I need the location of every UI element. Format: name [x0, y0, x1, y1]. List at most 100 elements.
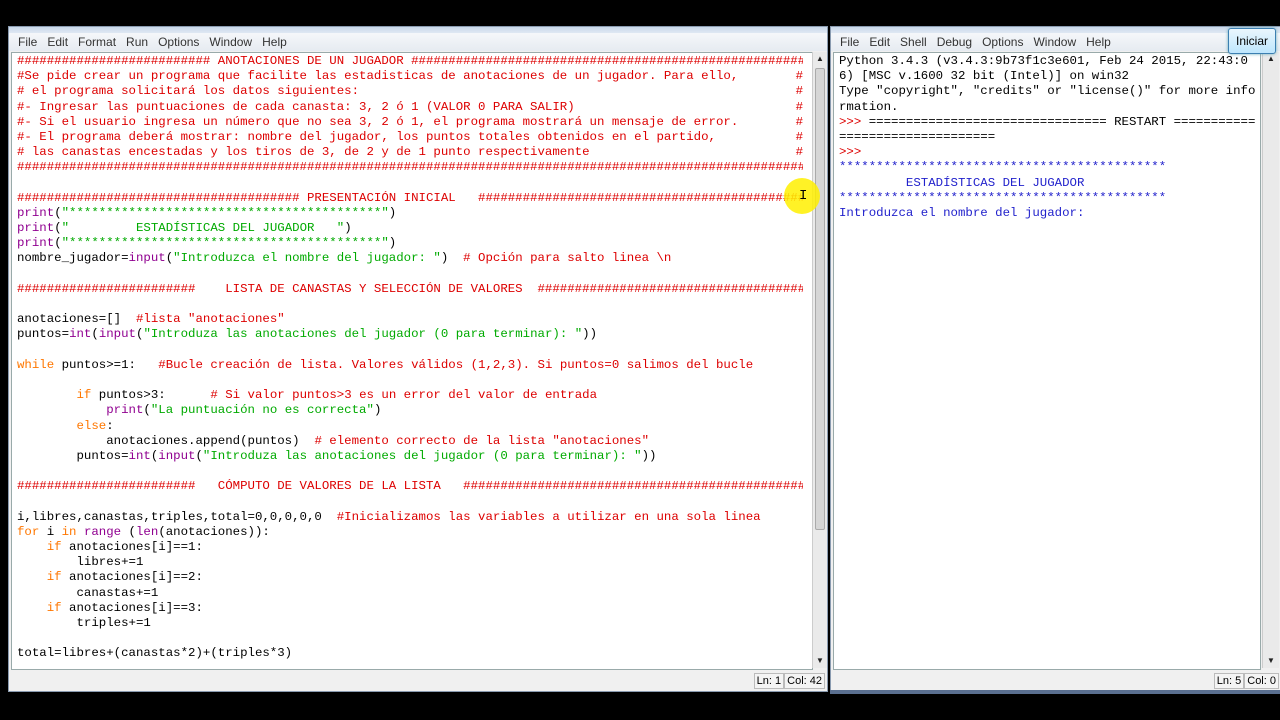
string: "Introduza las anotaciones del jugador (… [143, 327, 583, 342]
comment: # [795, 129, 803, 144]
shell-col-number: Col: 0 [1244, 673, 1279, 689]
code-line: nombre_jugador=input("Introduzca el nomb… [17, 251, 803, 266]
comment: # las canastas encestadas y los tiros de… [17, 145, 590, 160]
code-line: total=libres+(canastas*2)+(triples*3) [17, 646, 803, 661]
shell-status-bar: Ln: 5 Col: 0 [1213, 673, 1279, 689]
comment: ###################################### P… [17, 190, 803, 205]
menu-window[interactable]: Window [1028, 35, 1081, 49]
comment: ########################################… [17, 160, 803, 175]
code-lines[interactable]: ########################## ANOTACIONES D… [17, 54, 803, 662]
code-line: >>> ================================ RES… [839, 115, 1257, 145]
code-line: ****************************************… [839, 191, 1257, 206]
menu-file[interactable]: File [13, 35, 42, 49]
keyword: for [17, 524, 40, 539]
code-text: i [39, 524, 62, 539]
code-line: >>> [839, 145, 1257, 160]
code-text: )) [582, 327, 598, 342]
code-text: nombre_jugador= [17, 251, 129, 266]
code-text: anotaciones.append(puntos) [17, 433, 315, 448]
shell-lines[interactable]: Python 3.4.3 (v3.4.3:9b73f1c3e601, Feb 2… [839, 54, 1257, 221]
shell-output[interactable]: Python 3.4.3 (v3.4.3:9b73f1c3e601, Feb 2… [833, 52, 1261, 670]
comment: # elemento correcto de la lista "anotaci… [314, 433, 650, 448]
comment: #- El programa deberá mostrar: nombre de… [17, 129, 716, 144]
code-line: #- Ingresar las puntuaciones de cada can… [17, 100, 803, 115]
builtin: print [17, 205, 55, 220]
code-line: if anotaciones[i]==2: [17, 570, 803, 585]
string: "***************************************… [61, 205, 389, 220]
comment: #Se pide crear un programa que facilite … [17, 69, 739, 84]
menu-options[interactable]: Options [977, 35, 1028, 49]
shell-scrollbar[interactable]: ▲ ▼ [1262, 52, 1279, 668]
comment: ######################## CÓMPUTO DE VALO… [17, 479, 803, 494]
comment: # [795, 84, 803, 99]
code-line: print(" ESTADÍSTICAS DEL JUGADOR ") [17, 221, 803, 236]
code-text: puntos= [17, 448, 129, 463]
menu-debug[interactable]: Debug [932, 35, 977, 49]
code-line: Introduzca el nombre del jugador: [839, 206, 1257, 221]
keyword: if [46, 570, 62, 585]
menu-run[interactable]: Run [121, 35, 153, 49]
builtin: input [128, 251, 166, 266]
keyword: while [17, 357, 55, 372]
menu-help[interactable]: Help [257, 35, 292, 49]
code-line: #Se pide crear un programa que facilite … [17, 69, 803, 84]
code-text: : [106, 418, 114, 433]
comment: ######################## LISTA DE CANAST… [17, 281, 803, 296]
code-text: anotaciones[i]==2: [61, 570, 203, 585]
code-text: ) [373, 403, 382, 418]
code-line: print("*********************************… [17, 206, 803, 221]
code-editor[interactable]: ########################## ANOTACIONES D… [11, 52, 813, 670]
code-text: anotaciones=[] [17, 312, 136, 327]
menu-file[interactable]: File [835, 35, 864, 49]
scroll-down-arrow-icon[interactable]: ▼ [813, 654, 827, 668]
code-text: Python 3.4.3 (v3.4.3:9b73f1c3e601, Feb 2… [839, 54, 1248, 84]
code-text: i,libres,canastas,triples,total=0,0,0,0,… [17, 509, 337, 524]
code-line: # el programa solicitará los datos sigui… [17, 84, 803, 99]
code-line: if anotaciones[i]==3: [17, 601, 803, 616]
menu-help[interactable]: Help [1081, 35, 1116, 49]
string: "Introduza las anotaciones del jugador (… [202, 448, 642, 463]
keyword: if [76, 388, 92, 403]
builtin: int [128, 448, 151, 463]
editor-col-number: Col: 42 [784, 673, 825, 689]
code-text: libres+=1 [17, 555, 144, 570]
code-line: libres+=1 [17, 555, 803, 570]
code-line: puntos=int(input("Introduza las anotacio… [17, 327, 803, 342]
menu-options[interactable]: Options [153, 35, 204, 49]
scroll-down-arrow-icon[interactable]: ▼ [1263, 654, 1279, 668]
scroll-up-arrow-icon[interactable]: ▲ [813, 52, 827, 66]
scroll-up-arrow-icon[interactable]: ▲ [1263, 52, 1279, 66]
comment: #- Si el usuario ingresa un número que n… [17, 114, 739, 129]
start-button[interactable]: Iniciar [1228, 28, 1276, 54]
code-text: ) [440, 251, 464, 266]
editor-scroll-thumb[interactable] [815, 68, 825, 530]
comment: # Opción para salto linea \n [463, 251, 672, 266]
menu-edit[interactable]: Edit [42, 35, 73, 49]
code-text: (anotaciones)): [158, 524, 270, 539]
shell-menu-bar: File Edit Shell Debug Options Window Hel… [831, 33, 1280, 51]
editor-scrollbar[interactable]: ▲ ▼ [812, 52, 827, 668]
code-line: i,libres,canastas,triples,total=0,0,0,0,… [17, 510, 803, 525]
code-line: #- Si el usuario ingresa un número que n… [17, 115, 803, 130]
comment: #Bucle creación de lista. Valores válido… [158, 357, 754, 372]
comment: #- Ingresar las puntuaciones de cada can… [17, 99, 575, 114]
menu-shell[interactable]: Shell [895, 35, 932, 49]
code-text: ) [344, 221, 352, 236]
code-line: for i in range (len(anotaciones)): [17, 525, 803, 540]
code-text: ) [388, 205, 397, 220]
menu-format[interactable]: Format [73, 35, 121, 49]
code-line: print("*********************************… [17, 236, 803, 251]
menu-window[interactable]: Window [204, 35, 257, 49]
menu-edit[interactable]: Edit [864, 35, 895, 49]
code-line: if anotaciones[i]==1: [17, 540, 803, 555]
shell-line-number: Ln: 5 [1213, 673, 1245, 689]
comment: # [795, 114, 803, 129]
